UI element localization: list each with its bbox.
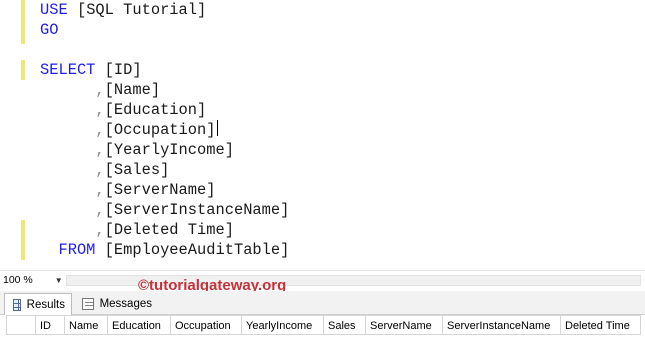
sql-separator: ,: [40, 161, 105, 179]
sql-identifier: [Name]: [104, 81, 161, 99]
tab-messages-label: Messages: [99, 298, 152, 310]
sql-keyword: FROM: [40, 241, 105, 259]
column-header[interactable]: YearlyIncome: [242, 316, 324, 335]
zoom-dropdown[interactable]: 100 % ▼: [3, 272, 63, 288]
code-line[interactable]: SELECT [ID]: [40, 60, 289, 80]
tab-messages[interactable]: Messages: [74, 293, 158, 315]
code-text[interactable]: USE [SQL Tutorial] GO SELECT [ID] ,[Name] …: [40, 0, 289, 260]
sql-keyword: USE: [40, 1, 77, 19]
column-header[interactable]: Education: [108, 316, 171, 335]
tab-results-label: Results: [26, 298, 65, 311]
sql-separator: ,: [40, 201, 105, 219]
grid-header-row: ID Name Education Occupation YearlyIncom…: [6, 315, 641, 335]
column-header[interactable]: ServerName: [366, 316, 443, 335]
sql-identifier: [ServerInstanceName]: [104, 201, 290, 219]
sql-separator: ,: [40, 141, 105, 159]
sql-separator: ,: [40, 81, 105, 99]
change-marker: [21, 220, 25, 260]
grid-icon: [13, 298, 21, 311]
row-number-header[interactable]: [6, 316, 36, 335]
sql-identifier: [Occupation]: [104, 121, 216, 139]
code-line[interactable]: ,[YearlyIncome]: [40, 140, 289, 160]
sql-separator: ,: [40, 101, 105, 119]
tab-results[interactable]: Results: [4, 293, 72, 315]
change-marker: [21, 0, 25, 44]
editor-gutter: [0, 0, 22, 270]
code-line[interactable]: GO: [40, 20, 289, 40]
code-line[interactable]: ,[Occupation]: [40, 120, 289, 140]
results-tabbar: Results Messages: [0, 291, 645, 315]
code-line[interactable]: ,[Sales]: [40, 160, 289, 180]
column-header[interactable]: Deleted Time: [561, 316, 641, 335]
sql-identifier: [Deleted Time]: [104, 221, 234, 239]
results-grid: ID Name Education Occupation YearlyIncom…: [0, 315, 645, 360]
column-header[interactable]: Name: [65, 316, 108, 335]
sql-editor[interactable]: USE [SQL Tutorial] GO SELECT [ID] ,[Name] …: [0, 0, 645, 270]
code-line[interactable]: USE [SQL Tutorial]: [40, 0, 289, 20]
sql-identifier: [EmployeeAuditTable]: [104, 241, 290, 259]
sql-separator: ,: [40, 221, 105, 239]
messages-icon: [82, 298, 94, 310]
sql-keyword: GO: [40, 21, 59, 39]
sql-identifier: [ServerName]: [104, 181, 216, 199]
sql-identifier: [SQL Tutorial]: [76, 1, 207, 19]
code-line[interactable]: FROM [EmployeeAuditTable]: [40, 240, 289, 260]
sql-separator: ,: [40, 121, 105, 139]
sql-identifier: [Sales]: [104, 161, 170, 179]
code-line[interactable]: [40, 40, 289, 60]
column-header[interactable]: ServerInstanceName: [443, 316, 561, 335]
code-line[interactable]: ,[Deleted Time]: [40, 220, 289, 240]
zoom-value: 100 %: [3, 274, 33, 286]
change-marker: [21, 60, 25, 80]
text-caret: [216, 120, 218, 136]
code-line[interactable]: ,[Education]: [40, 100, 289, 120]
sql-separator: ,: [40, 181, 105, 199]
column-header[interactable]: Sales: [324, 316, 366, 335]
chevron-down-icon: ▼: [54, 275, 63, 285]
sql-identifier: [ID]: [104, 61, 142, 79]
code-line[interactable]: ,[ServerName]: [40, 180, 289, 200]
sql-keyword: SELECT: [40, 61, 105, 79]
column-header[interactable]: Occupation: [171, 316, 242, 335]
sql-identifier: [Education]: [104, 101, 207, 119]
code-line[interactable]: ,[ServerInstanceName]: [40, 200, 289, 220]
code-line[interactable]: ,[Name]: [40, 80, 289, 100]
column-header[interactable]: ID: [36, 316, 65, 335]
sql-identifier: [YearlyIncome]: [104, 141, 234, 159]
zoom-bar: 100 % ▼: [0, 270, 645, 288]
